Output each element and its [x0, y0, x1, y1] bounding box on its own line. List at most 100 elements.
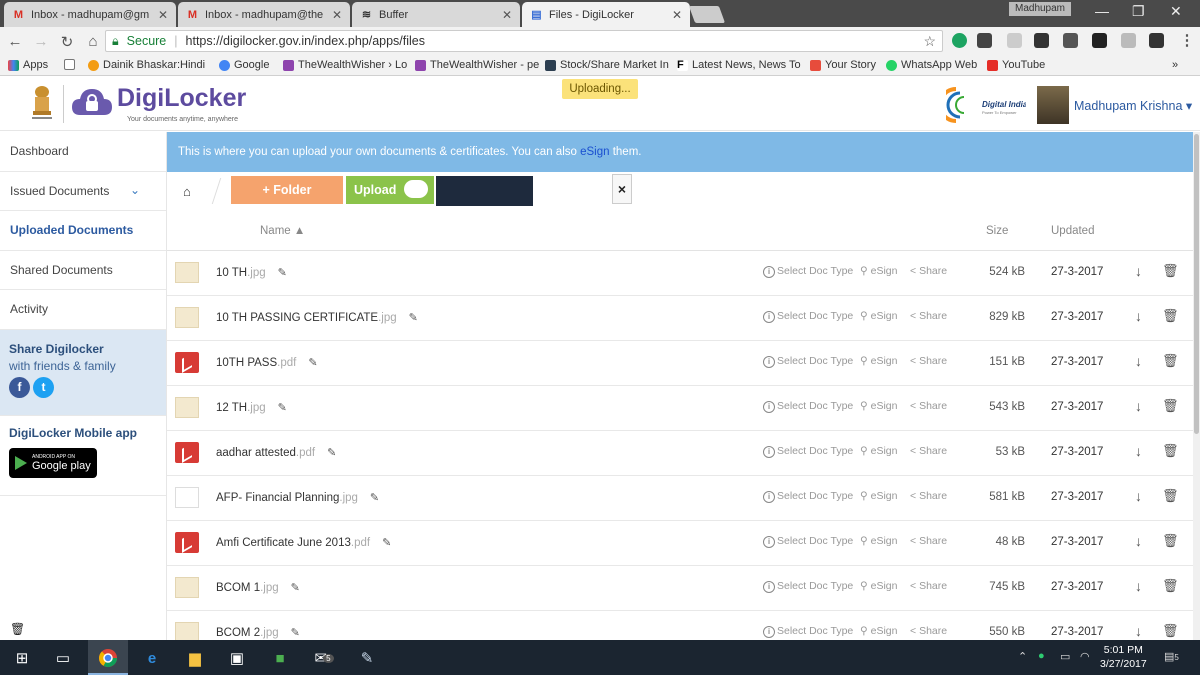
system-clock[interactable]: 5:01 PM 3/27/2017 [1100, 643, 1147, 671]
delete-icon[interactable]: 🗑︎ [1162, 308, 1179, 324]
trash-icon[interactable]: 🗑︎ [10, 622, 25, 636]
sidebar-item-issued-documents[interactable]: Issued Documents ⌄ [0, 172, 166, 211]
download-icon[interactable]: ↓ [1135, 488, 1142, 504]
delete-icon[interactable]: 🗑︎ [1162, 488, 1179, 504]
digilocker-logo-icon[interactable] [70, 83, 114, 123]
download-icon[interactable]: ↓ [1135, 578, 1142, 594]
close-icon[interactable]: ✕ [502, 8, 512, 22]
table-row[interactable]: aadhar attested.pdf ✎ i Select Doc Type ⚲ eS… [167, 431, 1193, 476]
sidebar-item-shared-documents[interactable]: Shared Documents [0, 251, 166, 290]
file-name[interactable]: 12 TH.jpg ✎ [216, 401, 287, 414]
home-icon[interactable]: ⌂ [183, 184, 191, 199]
esign-button[interactable]: ⚲ eSign [860, 400, 897, 412]
tab-gmail-2[interactable]: M Inbox - madhupam@the ✕ [178, 2, 350, 27]
bookmark-page[interactable] [64, 59, 79, 70]
delete-icon[interactable]: 🗑︎ [1162, 443, 1179, 459]
bookmark-news[interactable]: F Latest News, News To [677, 59, 801, 71]
new-tab-button[interactable] [688, 6, 726, 23]
pencil-icon[interactable]: ✎ [370, 492, 379, 504]
share-button[interactable]: < Share [910, 580, 947, 592]
close-icon[interactable]: ✕ [672, 8, 682, 22]
delete-icon[interactable]: 🗑︎ [1162, 533, 1179, 549]
window-close-icon[interactable]: ✕ [1170, 3, 1182, 20]
brand-title[interactable]: DigiLocker [117, 84, 246, 113]
tray-chevron-icon[interactable]: ⌃ [1018, 650, 1027, 663]
tab-buffer[interactable]: ≋ Buffer ✕ [352, 2, 520, 27]
file-thumbnail[interactable] [175, 487, 199, 508]
file-thumbnail[interactable] [175, 262, 199, 283]
file-thumbnail[interactable] [175, 352, 199, 373]
share-button[interactable]: < Share [910, 490, 947, 502]
table-row[interactable]: BCOM 1.jpg ✎ i Select Doc Type ⚲ eSign < Shar… [167, 566, 1193, 611]
pencil-icon[interactable]: ✎ [409, 312, 418, 324]
tab-gmail-1[interactable]: M Inbox - madhupam@gm ✕ [4, 2, 176, 27]
bookmark-whatsapp[interactable]: WhatsApp Web [886, 59, 977, 71]
extension-icon[interactable] [1007, 33, 1022, 48]
table-row[interactable]: 12 TH.jpg ✎ i Select Doc Type ⚲ eSign < Share… [167, 386, 1193, 431]
file-name[interactable]: 10 TH PASSING CERTIFICATE.jpg ✎ [216, 311, 418, 324]
column-name[interactable]: Name ▲ [260, 225, 305, 237]
sidebar-item-activity[interactable]: Activity [0, 290, 166, 330]
url-field[interactable]: 🔒︎ Secure | https://digilocker.gov.in/in… [105, 30, 943, 52]
delete-icon[interactable]: 🗑︎ [1162, 398, 1179, 414]
bookmark-apps[interactable]: Apps [8, 59, 48, 71]
bookmark-wealthwisher-1[interactable]: TheWealthWisher › Lo [283, 59, 407, 71]
file-name[interactable]: BCOM 1.jpg ✎ [216, 581, 300, 594]
menu-icon[interactable]: ⋮ [1176, 31, 1198, 49]
table-row[interactable]: 10TH PASS.pdf ✎ i Select Doc Type ⚲ eSign < S… [167, 341, 1193, 386]
esign-link[interactable]: eSign [580, 146, 609, 158]
bookmark-star-icon[interactable]: ☆ [923, 33, 936, 50]
bookmark-dainik[interactable]: Dainik Bhaskar:Hindi [88, 59, 205, 71]
select-doc-type-button[interactable]: i Select Doc Type [763, 490, 853, 503]
esign-button[interactable]: ⚲ eSign [860, 310, 897, 322]
share-button[interactable]: < Share [910, 265, 947, 277]
profile-button[interactable]: Madhupam [1009, 2, 1071, 16]
add-folder-button[interactable]: + Folder [231, 176, 343, 204]
file-thumbnail[interactable] [175, 532, 199, 553]
select-doc-type-button[interactable]: i Select Doc Type [763, 355, 853, 368]
table-row[interactable]: BCOM 2.jpg ✎ i Select Doc Type ⚲ eSign < Shar… [167, 611, 1193, 640]
bookmark-wealthwisher-2[interactable]: TheWealthWisher - pe [415, 59, 539, 71]
share-button[interactable]: < Share [910, 355, 947, 367]
select-doc-type-button[interactable]: i Select Doc Type [763, 445, 853, 458]
minimize-icon[interactable]: — [1095, 3, 1109, 19]
screenshot-icon[interactable] [1121, 33, 1136, 48]
esign-button[interactable]: ⚲ eSign [860, 355, 897, 367]
bookmark-youtube[interactable]: YouTube [987, 59, 1045, 71]
file-name[interactable]: Amfi Certificate June 2013.pdf ✎ [216, 536, 391, 549]
file-name[interactable]: 10TH PASS.pdf ✎ [216, 356, 318, 369]
mail-icon[interactable]: ✉ 5 [312, 646, 336, 670]
file-explorer-icon[interactable]: ▆ [183, 646, 207, 670]
pencil-icon[interactable]: ✎ [278, 402, 287, 414]
tray-app-icon[interactable]: ● [1038, 650, 1045, 662]
bookmark-yourstory[interactable]: Your Story [810, 59, 876, 71]
download-icon[interactable]: ↓ [1135, 533, 1142, 549]
select-doc-type-button[interactable]: i Select Doc Type [763, 580, 853, 593]
mixmax-icon[interactable] [1092, 33, 1107, 48]
windows-start-icon[interactable]: ⊞ [10, 646, 34, 670]
pencil-icon[interactable]: ✎ [382, 537, 391, 549]
select-doc-type-button[interactable]: i Select Doc Type [763, 310, 853, 323]
share-button[interactable]: < Share [910, 400, 947, 412]
share-button[interactable]: < Share [910, 625, 947, 637]
esign-button[interactable]: ⚲ eSign [860, 625, 897, 637]
download-icon[interactable]: ↓ [1135, 443, 1142, 459]
file-thumbnail[interactable] [175, 622, 199, 640]
restore-icon[interactable]: ❐ [1132, 3, 1145, 20]
delete-icon[interactable]: 🗑︎ [1162, 578, 1179, 594]
file-thumbnail[interactable] [175, 307, 199, 328]
esign-button[interactable]: ⚲ eSign [860, 580, 897, 592]
share-button[interactable]: < Share [910, 535, 947, 547]
select-doc-type-button[interactable]: i Select Doc Type [763, 535, 853, 548]
download-icon[interactable]: ↓ [1135, 308, 1142, 324]
pencil-icon[interactable]: ✎ [308, 357, 317, 369]
tab-digilocker[interactable]: ▤ Files - DigiLocker ✕ [522, 2, 690, 27]
pencil-icon[interactable]: ✎ [278, 267, 287, 279]
close-icon[interactable]: ✕ [158, 8, 168, 22]
buffer-extension-icon[interactable] [1034, 33, 1049, 48]
file-thumbnail[interactable] [175, 397, 199, 418]
esign-button[interactable]: ⚲ eSign [860, 265, 897, 277]
select-doc-type-button[interactable]: i Select Doc Type [763, 265, 853, 278]
pencil-icon[interactable]: ✎ [291, 582, 300, 594]
file-name[interactable]: AFP- Financial Planning.jpg ✎ [216, 491, 379, 504]
